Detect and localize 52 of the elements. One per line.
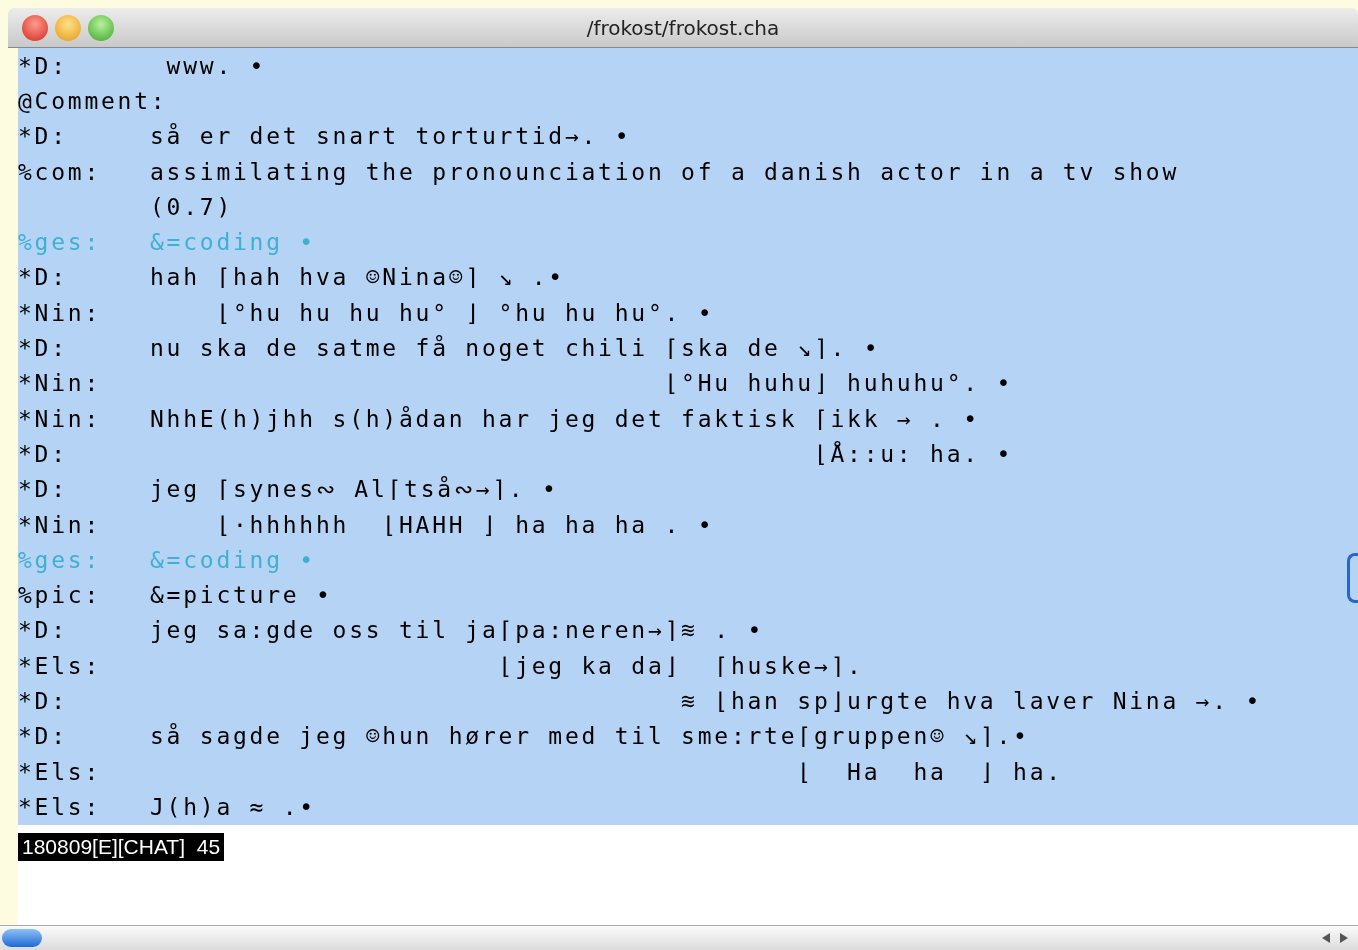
utterance-text: J(h)a ≈ .• [150,793,316,820]
close-icon[interactable] [22,15,48,41]
speaker-code: %ges: [18,546,102,573]
utterance-text: jeg sa:gde oss til ja⌈pa:neren→⌉≋ . • [150,617,765,644]
transcript-area[interactable] [18,48,1358,825]
speaker-code: %pic: [18,582,102,609]
speaker-code: *D: [18,440,69,467]
speaker-code: *D: [18,335,69,361]
horizontal-scrollbar[interactable] [0,925,1358,950]
utterance-text: jeg ⌈synes∾ Al⌈tså∾→⌉. • [150,476,559,503]
utterance-text: (0.7) [150,193,233,220]
speaker-code: *Els: [18,793,102,820]
utterance-text: www. • [165,52,267,79]
speaker-code: *Els: [18,652,102,679]
speaker-code: *Nin: [18,370,102,397]
utterance-text: &=picture • [150,582,333,609]
utterance-text: assimilating the pronounciation of a danish actor in a tv show [150,158,1180,185]
utterance-text: ⌊°hu hu hu hu° ⌋ °hu hu hu°. • [215,299,715,326]
speaker-code: *D: [18,723,69,750]
speaker-code: *D: [18,123,69,150]
speaker-code: *D: [18,476,69,503]
zoom-icon[interactable] [88,15,114,41]
scrollbar-thumb[interactable] [2,929,42,947]
utterance-text: ≋ ⌊han sp⌋urgte hva laver Nina →. • [680,688,1262,714]
speaker-code: *D: [18,264,69,291]
utterance-text: ⌊°Hu huhu⌋ huhuhu°. • [663,370,1014,397]
scroll-left-icon[interactable] [1322,933,1330,943]
utterance-text: så sagde jeg ☺hun hører med til sme:rte⌈gruppen☺ ↘⌉.• [150,723,1030,750]
status-label: 180809[E][CHAT] 45 [18,833,225,861]
speaker-code: *Nin: [18,299,102,326]
utterance-text: ⌊·hhhhhh ⌊HAHH ⌋ ha ha ha . • [215,511,715,538]
utterance-text: ⌊jeg ka da⌋ ⌈huske→⌉. [497,652,864,679]
speaker-code: *D: [18,617,69,644]
speaker-code: %ges: [18,229,102,256]
speaker-code: *D: [18,688,69,714]
utterance-text: NhhE(h)jhh s(h)ådan har jeg det faktisk ⌈ikk → . • [150,405,980,432]
utterance-text: hah ⌈hah hva ☺Nina☺⌉ ↘ .• [150,264,565,291]
window-title: /frokost/frokost.cha [586,15,780,40]
speaker-code: *D: [18,52,69,79]
speaker-code: *Els: [18,758,102,785]
speaker-code: %com: [18,158,102,185]
speaker-code: *Nin: [18,405,102,432]
scroll-right-icon[interactable] [1340,933,1348,943]
utterance-text: &=coding • [150,229,316,256]
utterance-text: ⌊ Ha ha ⌋ ha. [796,758,1063,785]
speaker-code: @Comment: [18,87,168,114]
speaker-code: *Nin: [18,511,102,538]
utterance-text: nu ska de satme få noget chili ⌈ska de ↘⌉. • [150,335,881,361]
utterance-text: ⌊Å::u: ha. • [812,440,1014,467]
utterance-text: så er det snart torturtid→. • [150,123,632,150]
scrollbar-thumb[interactable] [1347,553,1358,603]
utterance-text: &=coding • [150,546,316,573]
